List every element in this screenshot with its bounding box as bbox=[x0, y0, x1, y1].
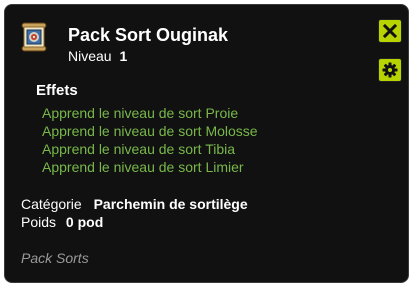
item-tooltip: Pack Sort Ouginak Niveau 1 Effets Appren… bbox=[4, 4, 409, 283]
effect-item: Apprend le niveau de sort Proie bbox=[42, 105, 239, 121]
gear-icon bbox=[382, 62, 398, 78]
level-label: Niveau bbox=[68, 48, 112, 64]
item-set-name: Pack Sorts bbox=[21, 250, 89, 266]
item-name: Pack Sort Ouginak bbox=[68, 25, 229, 45]
effect-item: Apprend le niveau de sort Limier bbox=[42, 159, 244, 175]
effect-item: Apprend le niveau de sort Molosse bbox=[42, 123, 258, 139]
effect-item: Apprend le niveau de sort Tibia bbox=[42, 141, 236, 157]
effects-title: Effets bbox=[36, 82, 78, 99]
level-value: 1 bbox=[119, 48, 128, 64]
close-button[interactable] bbox=[378, 19, 402, 43]
category-label: Catégorie bbox=[21, 196, 82, 212]
weight-row: Poids 0 pod bbox=[21, 214, 103, 230]
weight-value: 0 pod bbox=[65, 214, 104, 230]
spell-scroll-icon bbox=[19, 21, 49, 53]
effects-list: Apprend le niveau de sort Proie Apprend … bbox=[42, 104, 258, 176]
close-icon bbox=[382, 23, 398, 39]
item-level: Niveau 1 bbox=[68, 48, 127, 64]
settings-button[interactable] bbox=[378, 58, 402, 82]
weight-label: Poids bbox=[21, 214, 57, 230]
category-row: Catégorie Parchemin de sortilège bbox=[21, 196, 248, 212]
category-value: Parchemin de sortilège bbox=[93, 196, 248, 212]
